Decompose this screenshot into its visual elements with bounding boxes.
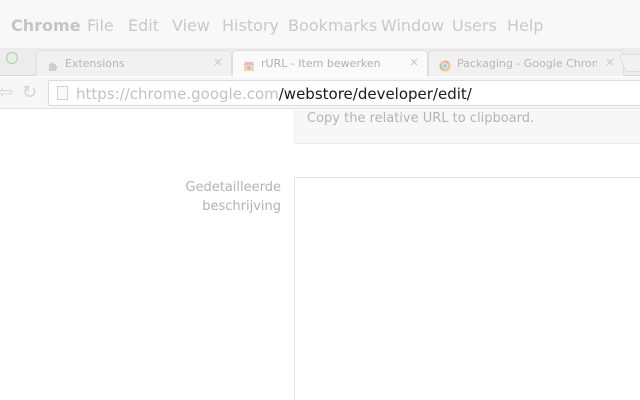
- tab-packaging[interactable]: Packaging - Google Chrome ×: [428, 50, 624, 76]
- close-icon[interactable]: ×: [409, 55, 419, 69]
- tab-extensions[interactable]: Extensions ×: [36, 50, 232, 76]
- chrome-icon: [439, 57, 451, 72]
- page-icon: [57, 86, 68, 100]
- close-icon[interactable]: ×: [605, 55, 615, 69]
- menu-app-chrome[interactable]: Chrome: [11, 15, 81, 37]
- copy-url-hint[interactable]: Copy the relative URL to clipboard.: [307, 111, 534, 126]
- tab-label: rURL - Item bewerken: [261, 57, 381, 70]
- page-content: Copy the relative URL to clipboard. Gede…: [0, 110, 640, 400]
- tab-label: Extensions: [65, 57, 125, 70]
- menu-users[interactable]: Users: [452, 15, 497, 37]
- detailed-description-textarea[interactable]: [294, 177, 640, 400]
- url-host: https://chrome.google.com: [76, 85, 279, 103]
- menu-view[interactable]: View: [172, 15, 210, 37]
- tab-item-edit[interactable]: rURL - Item bewerken ×: [232, 50, 428, 76]
- label-line: beschrijving: [202, 199, 281, 214]
- url-path: /webstore/developer/edit/: [278, 85, 472, 103]
- browser-toolbar: ⇦ ↻ https://chrome.google.com/webstore/d…: [0, 77, 640, 109]
- close-icon[interactable]: ×: [213, 55, 223, 69]
- menu-file[interactable]: File: [87, 15, 114, 37]
- menu-history[interactable]: History: [222, 15, 279, 37]
- back-icon[interactable]: ⇦: [0, 81, 13, 105]
- menu-edit[interactable]: Edit: [128, 15, 159, 37]
- puzzle-icon: [47, 57, 59, 71]
- address-bar[interactable]: https://chrome.google.com/webstore/devel…: [48, 80, 640, 106]
- menu-help[interactable]: Help: [507, 15, 543, 37]
- url-text[interactable]: https://chrome.google.com/webstore/devel…: [76, 84, 472, 104]
- menu-window[interactable]: Window: [381, 15, 444, 37]
- copy-url-hint-box: Copy the relative URL to clipboard.: [294, 110, 640, 144]
- webstore-icon: [243, 57, 255, 71]
- window-zoom-button[interactable]: [6, 52, 18, 64]
- tab-strip: Extensions × rURL - Item bewerken × Pack…: [0, 48, 640, 76]
- detailed-description-label: Gedetailleerde beschrijving: [81, 178, 281, 216]
- reload-icon[interactable]: ↻: [22, 81, 37, 105]
- menu-bookmarks[interactable]: Bookmarks: [288, 15, 377, 37]
- tab-label: Packaging - Google Chrome: [457, 57, 597, 70]
- label-line: Gedetailleerde: [185, 180, 281, 195]
- menu-bar: Chrome File Edit View History Bookmarks …: [0, 0, 640, 50]
